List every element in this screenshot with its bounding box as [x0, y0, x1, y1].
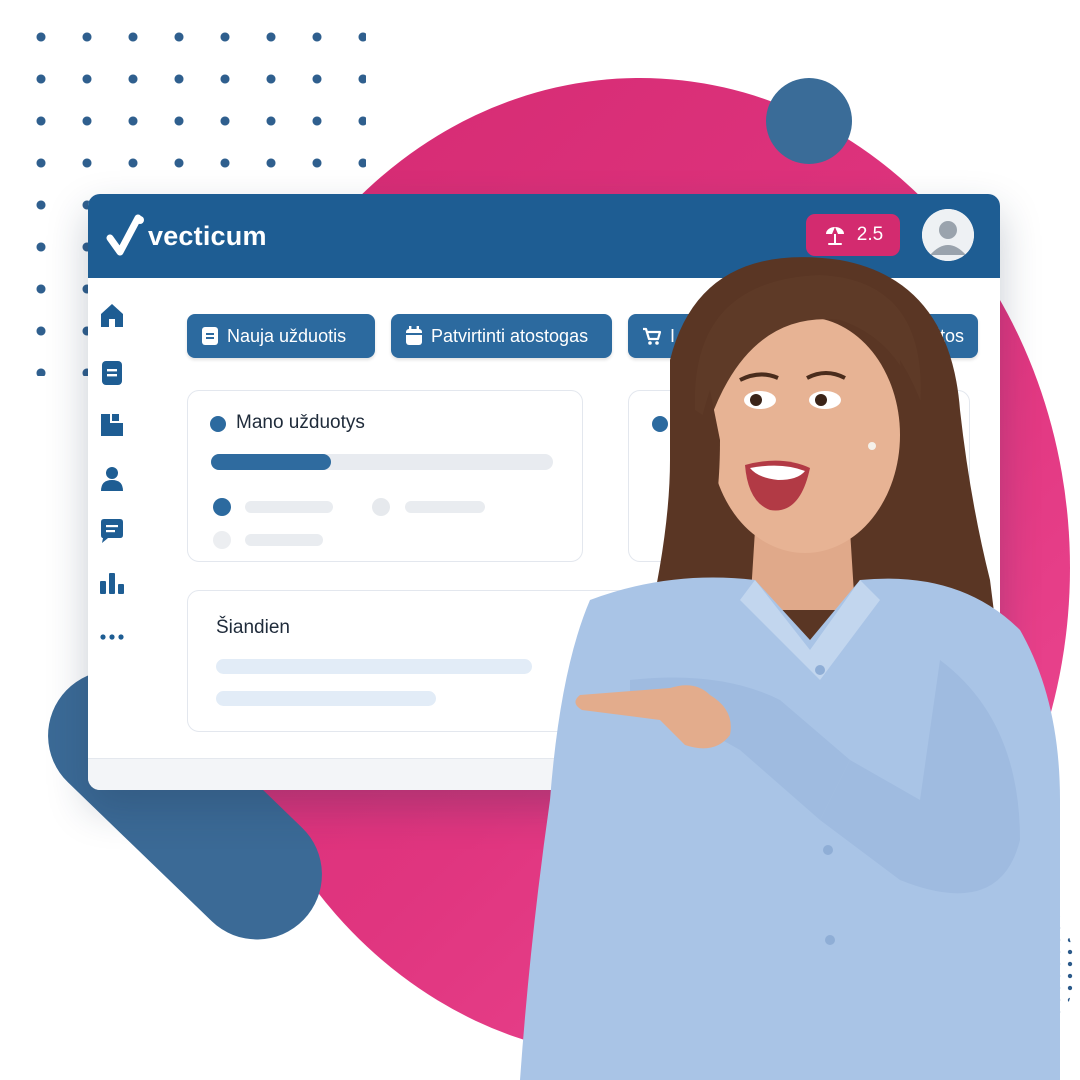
sidebar	[88, 278, 151, 758]
document-icon	[201, 326, 219, 346]
task-status-dot	[213, 498, 231, 516]
sidebar-item-messages[interactable]	[97, 518, 127, 548]
document-icon	[100, 360, 124, 391]
decorative-blue-circle	[766, 78, 852, 164]
bar-chart-icon	[99, 571, 125, 600]
sidebar-item-users[interactable]	[97, 466, 127, 496]
sidebar-item-home[interactable]	[97, 302, 127, 332]
card-title: Mano užduotys	[236, 412, 365, 433]
sidebar-item-more[interactable]	[97, 622, 127, 652]
woman-pointing-photo	[520, 240, 1060, 1080]
tasks-progress-fill	[211, 454, 331, 470]
brand-logo[interactable]: vecticum	[106, 212, 267, 260]
task-status-dot	[372, 498, 390, 516]
sidebar-item-documents[interactable]	[97, 360, 127, 390]
more-icon	[100, 628, 124, 646]
today-placeholder-line	[216, 691, 436, 706]
marketing-hero: vecticum 2.5 Nauja užduotis Patvirtinti …	[0, 0, 1080, 1080]
calendar-icon	[405, 326, 423, 346]
new-task-button[interactable]: Nauja užduotis	[187, 314, 375, 358]
chat-icon	[99, 518, 125, 549]
home-icon	[98, 301, 126, 334]
sidebar-item-folders[interactable]	[97, 412, 127, 442]
task-status-dot	[213, 531, 231, 549]
card-title: Šiandien	[216, 617, 290, 638]
task-placeholder-line	[245, 534, 323, 546]
today-placeholder-line	[216, 659, 532, 674]
task-placeholder-line	[245, 501, 333, 513]
vecticum-logo-icon	[106, 214, 146, 258]
folder-icon	[99, 412, 125, 443]
user-icon	[100, 466, 124, 497]
brand-name: vecticum	[148, 220, 267, 251]
sidebar-item-reports[interactable]	[97, 570, 127, 600]
tasks-progress-track	[211, 454, 553, 470]
task-placeholder-line	[405, 501, 485, 513]
card-marker-dot	[210, 416, 226, 432]
